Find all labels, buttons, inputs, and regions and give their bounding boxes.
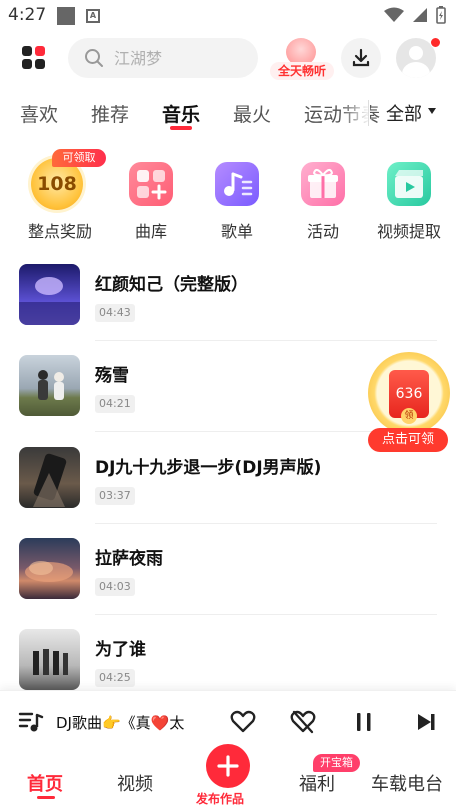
search-bar[interactable]	[68, 38, 258, 78]
channel-tabs: 喜欢 推荐 音乐 最火 运动节奏 全部	[0, 96, 456, 132]
nav-active-indicator	[37, 796, 55, 799]
next-track-icon[interactable]	[412, 708, 440, 736]
song-cover	[19, 447, 80, 508]
search-icon	[85, 49, 103, 67]
library-icon	[129, 162, 173, 206]
active-tab-indicator	[170, 126, 192, 130]
download-icon	[352, 48, 370, 67]
app-logo-icon[interactable]	[22, 46, 46, 70]
playlist-queue-icon[interactable]	[17, 708, 45, 736]
category-label: 视频提取	[376, 222, 441, 241]
song-duration: 04:21	[95, 395, 135, 413]
publish-label[interactable]: 发布作品	[196, 790, 244, 807]
status-bar: 4:27 A	[0, 0, 456, 32]
battery-icon	[436, 6, 446, 24]
song-duration: 03:37	[95, 487, 135, 505]
search-input[interactable]	[114, 48, 254, 68]
claim-button[interactable]: 点击可领	[368, 428, 448, 452]
song-row[interactable]: 红颜知己（完整版） 04:43	[0, 264, 456, 356]
song-cover	[19, 264, 80, 325]
song-row[interactable]: DJ九十九步退一步(DJ男声版) 03:37	[0, 447, 456, 539]
bottom-nav: 首页 视频 发布作品 福利 开宝箱 车载电台	[0, 744, 456, 812]
all-day-listen-button[interactable]: 全天畅听	[270, 38, 334, 82]
publish-button[interactable]	[206, 744, 250, 788]
favorite-icon[interactable]	[229, 708, 257, 736]
category-library[interactable]: 曲库	[108, 162, 194, 242]
nav-home[interactable]: 首页	[27, 770, 63, 796]
category-label: 歌单	[220, 222, 253, 241]
claimable-badge: 可领取	[52, 149, 106, 167]
nav-car-radio[interactable]: 车载电台	[371, 770, 443, 796]
song-cover	[19, 355, 80, 416]
tab-all-button[interactable]: 全部	[386, 100, 422, 126]
song-duration: 04:43	[95, 304, 135, 322]
song-title: 拉萨夜雨	[95, 549, 163, 569]
tab-hottest[interactable]: 最火	[233, 100, 271, 127]
promo-label: 全天畅听	[270, 62, 334, 80]
tab-recommend[interactable]: 推荐	[91, 100, 129, 127]
song-cover	[19, 629, 80, 690]
video-extract-icon	[387, 162, 431, 206]
category-hourly-reward[interactable]: 108 整点奖励	[17, 158, 103, 242]
category-activity[interactable]: 活动	[280, 162, 366, 242]
notification-dot	[430, 37, 441, 48]
treasure-chest-badge: 开宝箱	[313, 754, 360, 772]
pause-icon[interactable]	[350, 708, 378, 736]
song-title: 为了谁	[95, 640, 146, 660]
song-title: 红颜知己（完整版）	[95, 275, 248, 295]
category-video-extract[interactable]: 视频提取	[366, 162, 452, 242]
status-time: 4:27	[8, 5, 47, 25]
wifi-icon	[384, 7, 404, 22]
category-label: 活动	[306, 222, 339, 241]
signal-icon	[413, 8, 427, 22]
nav-video[interactable]: 视频	[117, 770, 153, 796]
download-button[interactable]	[341, 38, 381, 78]
song-duration: 04:03	[95, 578, 135, 596]
song-title: DJ九十九步退一步(DJ男声版)	[95, 458, 322, 478]
song-title: 殇雪	[95, 366, 129, 386]
mini-player: DJ歌曲👉《真❤️太	[0, 690, 456, 752]
gift-icon	[301, 162, 345, 206]
red-packet-widget[interactable]: 636 领 点击可领	[368, 352, 450, 454]
tab-like[interactable]: 喜欢	[20, 100, 58, 127]
caret-down-icon	[428, 108, 436, 114]
category-label: 曲库	[134, 222, 167, 241]
category-playlist[interactable]: 歌单	[194, 162, 280, 242]
dislike-icon[interactable]	[289, 708, 317, 736]
tabs-divider	[368, 100, 369, 126]
tab-music[interactable]: 音乐	[162, 100, 200, 127]
song-row[interactable]: 拉萨夜雨 04:03	[0, 538, 456, 630]
app-notification-icon: A	[86, 9, 100, 23]
plus-icon	[217, 755, 239, 777]
category-label: 整点奖励	[27, 222, 92, 241]
red-packet-value: 636	[395, 386, 423, 402]
red-packet-coin: 领	[401, 408, 417, 424]
notification-icon	[57, 7, 75, 25]
now-playing-text[interactable]: DJ歌曲👉《真❤️太	[56, 712, 216, 733]
playlist-icon	[215, 162, 259, 206]
nav-welfare[interactable]: 福利	[299, 770, 335, 796]
system-icons	[384, 6, 446, 24]
song-duration: 04:25	[95, 669, 135, 687]
song-cover	[19, 538, 80, 599]
